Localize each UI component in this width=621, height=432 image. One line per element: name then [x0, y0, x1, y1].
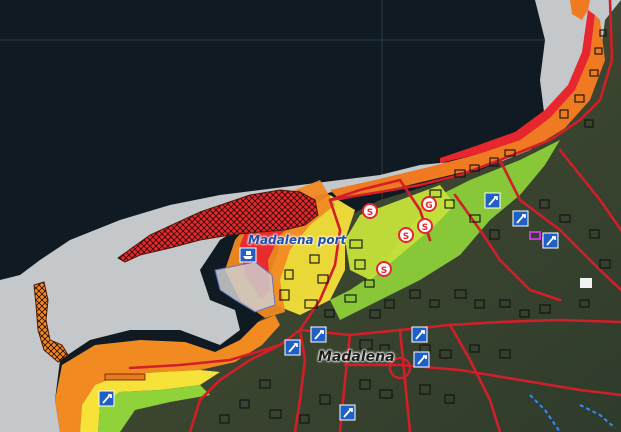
facility-white [580, 278, 592, 288]
port-ferry-icon[interactable] [239, 247, 257, 263]
svg-text:G: G [425, 201, 432, 211]
svg-text:S: S [422, 223, 428, 233]
coastal-facility [104, 373, 146, 381]
blue-marker-icon[interactable] [284, 339, 301, 356]
poi-gas-station-marker[interactable]: G [421, 196, 437, 212]
svg-text:S: S [403, 232, 409, 242]
blue-marker-icon[interactable] [512, 210, 529, 227]
blue-marker-icon[interactable] [413, 351, 430, 368]
blue-marker-icon[interactable] [98, 390, 115, 407]
poi-school-marker[interactable]: S [398, 227, 414, 243]
port-label: Madalena port [248, 233, 347, 247]
blue-marker-icon[interactable] [484, 192, 501, 209]
blue-marker-icon[interactable] [542, 232, 559, 249]
town-label: Madalena [318, 349, 395, 365]
svg-text:S: S [367, 208, 373, 218]
map-canvas[interactable]: S G S S S [0, 0, 621, 432]
poi-school-marker[interactable]: S [362, 203, 378, 219]
blue-marker-icon[interactable] [310, 326, 327, 343]
blue-marker-icon[interactable] [339, 404, 356, 421]
poi-school-marker[interactable]: S [417, 218, 433, 234]
blue-marker-icon[interactable] [411, 326, 428, 343]
svg-text:S: S [381, 266, 387, 276]
poi-school-marker[interactable]: S [376, 261, 392, 277]
